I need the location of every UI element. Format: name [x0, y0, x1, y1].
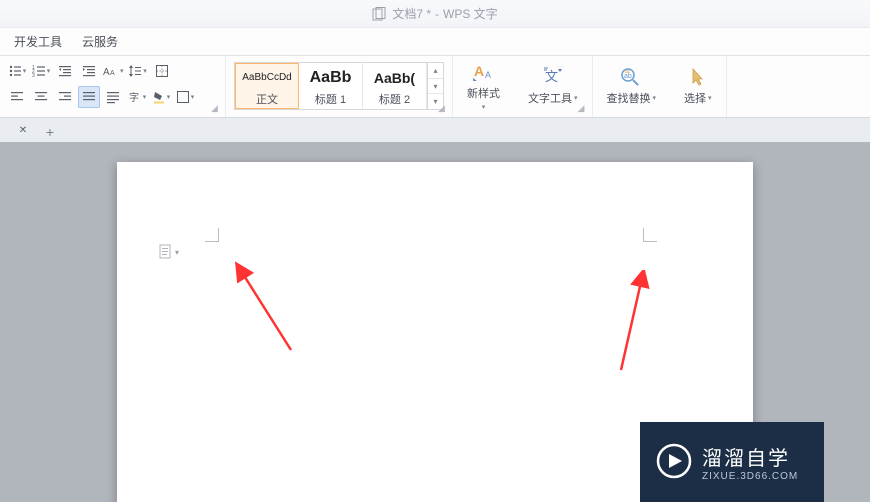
document-tab[interactable]: ✕ — [4, 118, 34, 142]
new-style-icon: AA — [471, 61, 497, 83]
style-heading-2[interactable]: AaBb( 标题 2 — [363, 63, 427, 109]
dropdown-icon: ▾ — [23, 67, 27, 75]
dropdown-icon: ▾ — [47, 67, 51, 75]
dropdown-icon: ▾ — [708, 94, 712, 102]
arrow-annotation-right — [611, 270, 661, 380]
svg-text:字: 字 — [129, 91, 139, 104]
line-spacing-button[interactable]: ▾ — [127, 60, 149, 82]
close-icon[interactable]: ✕ — [16, 123, 30, 137]
dropdown-icon: ▾ — [482, 103, 486, 111]
dropdown-icon: ▾ — [167, 93, 171, 101]
select-button[interactable]: 选择▾ — [676, 60, 720, 112]
style-normal[interactable]: AaBbCcDd 正文 — [235, 63, 299, 109]
find-replace-icon: abac — [618, 66, 644, 88]
svg-text:文: 文 — [545, 69, 558, 84]
svg-text:A: A — [103, 67, 110, 78]
watermark-logo-icon — [656, 443, 692, 482]
text-tool-button[interactable]: 文 文字工具▾ — [520, 60, 586, 112]
cell-border-button[interactable]: ▾ — [174, 86, 196, 108]
text-direction-button[interactable]: 字 ▾ — [126, 86, 148, 108]
dropdown-icon: ▾ — [143, 67, 147, 75]
dropdown-icon: ▾ — [653, 94, 657, 102]
styles-group: AaBbCcDd 正文 AaBb 标题 1 AaBb( 标题 2 ▴ ▾ ▾ ◢ — [226, 56, 453, 117]
svg-text:A: A — [474, 63, 484, 79]
margin-mark-tl — [205, 228, 219, 242]
align-distribute-button[interactable] — [102, 86, 124, 108]
doc-title: 文档7 * — [392, 5, 431, 22]
align-right-button[interactable] — [54, 86, 76, 108]
new-style-group: AA 新样式 ▾ — [453, 56, 514, 117]
workspace: ▾ 溜溜自学 ZIXUE.3D66.COM — [0, 142, 870, 502]
doc-icon — [159, 244, 173, 260]
find-replace-button[interactable]: abac 查找替换▾ — [599, 60, 665, 112]
new-style-button[interactable]: AA 新样式 ▾ — [459, 60, 508, 112]
dropdown-icon: ▾ — [191, 93, 195, 101]
shading-button[interactable]: ▾ — [150, 86, 172, 108]
align-center-button[interactable] — [30, 86, 52, 108]
svg-text:3: 3 — [32, 73, 35, 78]
numbered-list-button[interactable]: 123 ▾ — [30, 60, 52, 82]
app-title: WPS 文字 — [443, 5, 498, 22]
margin-mark-tr — [643, 228, 657, 242]
style-heading-1[interactable]: AaBb 标题 1 — [299, 63, 363, 109]
svg-text:ac: ac — [625, 69, 631, 75]
paragraph-row1: ▾ 123 ▾ AA ▾ ▾ — [6, 60, 219, 82]
increase-indent-button[interactable] — [78, 60, 100, 82]
smart-tag[interactable]: ▾ — [159, 244, 179, 260]
title-bar: 文档7 * - WPS 文字 — [0, 0, 870, 28]
ribbon-tabs: 开发工具 云服务 — [0, 28, 870, 56]
dropdown-icon: ▾ — [175, 248, 179, 257]
paragraph-launcher-icon[interactable]: ◢ — [211, 104, 221, 114]
bullet-list-button[interactable]: ▾ — [6, 60, 28, 82]
scroll-down-icon[interactable]: ▾ — [428, 79, 443, 95]
select-group: 选择▾ — [670, 56, 727, 117]
borders-button[interactable] — [151, 60, 173, 82]
align-left-button[interactable] — [6, 86, 28, 108]
cursor-icon — [685, 66, 711, 88]
arrow-annotation-left — [231, 260, 301, 360]
app-icon — [372, 7, 386, 21]
ribbon: ▾ 123 ▾ AA ▾ ▾ — [0, 56, 870, 118]
dropdown-icon: ▾ — [120, 67, 124, 75]
scroll-up-icon[interactable]: ▴ — [428, 63, 443, 79]
document-tabs: ✕ + — [0, 118, 870, 142]
align-justify-button[interactable] — [78, 86, 100, 108]
dropdown-icon: ▾ — [574, 94, 578, 102]
watermark: 溜溜自学 ZIXUE.3D66.COM — [640, 422, 824, 502]
svg-text:A: A — [485, 70, 491, 80]
styles-gallery: AaBbCcDd 正文 AaBb 标题 1 AaBb( 标题 2 ▴ ▾ ▾ — [234, 62, 444, 110]
add-tab-button[interactable]: + — [40, 122, 60, 142]
watermark-brand: 溜溜自学 — [702, 442, 798, 471]
paragraph-group: ▾ 123 ▾ AA ▾ ▾ — [0, 56, 226, 117]
tab-cloud[interactable]: 云服务 — [82, 33, 118, 50]
dropdown-icon: ▾ — [143, 93, 147, 101]
decrease-indent-button[interactable] — [54, 60, 76, 82]
paragraph-row2: 字 ▾ ▾ ▾ — [6, 86, 219, 108]
tab-dev-tools[interactable]: 开发工具 — [14, 33, 62, 50]
find-replace-group: abac 查找替换▾ — [593, 56, 671, 117]
text-tool-launcher-icon[interactable]: ◢ — [578, 104, 588, 114]
text-tool-icon: 文 — [540, 66, 566, 88]
watermark-domain: ZIXUE.3D66.COM — [702, 471, 798, 482]
styles-launcher-icon[interactable]: ◢ — [438, 104, 448, 114]
text-tool-group: 文 文字工具▾ ◢ — [514, 56, 593, 117]
char-scale-button[interactable]: AA ▾ — [102, 60, 125, 82]
svg-text:A: A — [110, 70, 115, 77]
